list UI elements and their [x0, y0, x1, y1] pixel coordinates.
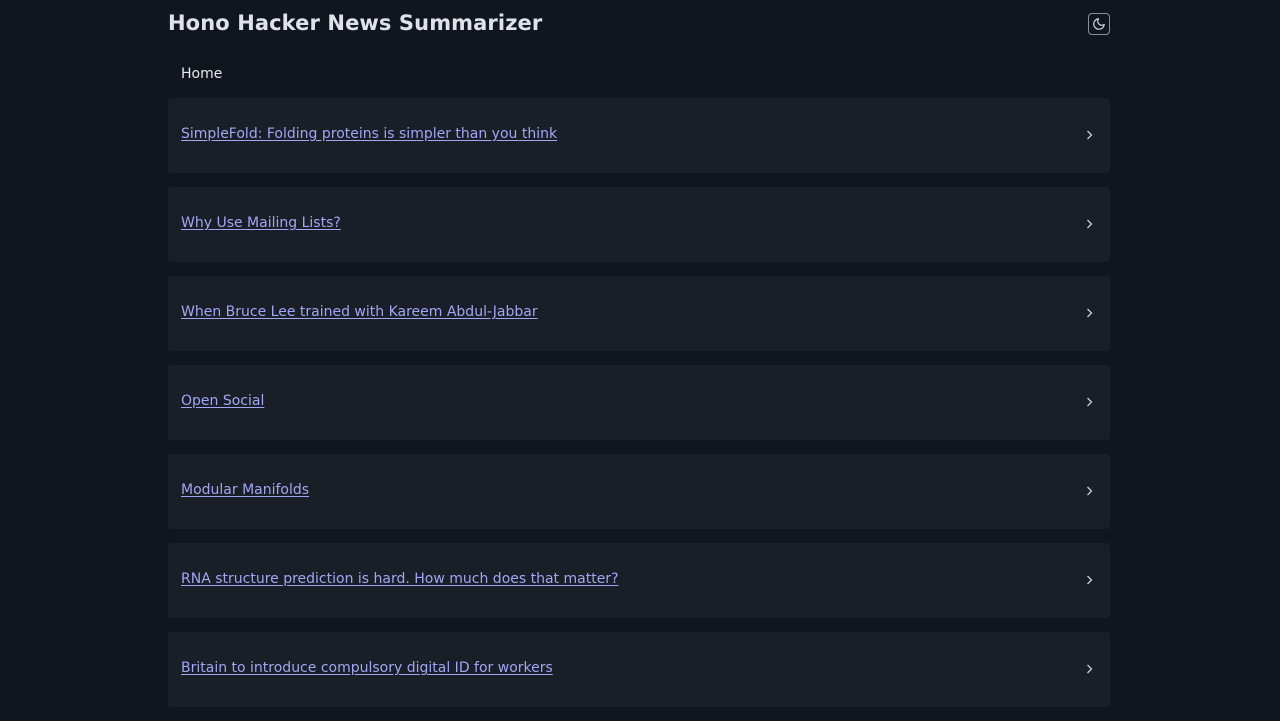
story-list: SimpleFold: Folding proteins is simpler … [168, 98, 1110, 721]
chevron-right-icon [1087, 219, 1093, 229]
story-link[interactable]: Britain to introduce compulsory digital … [181, 660, 553, 676]
story-link[interactable]: Modular Manifolds [181, 482, 309, 498]
story-link[interactable]: SimpleFold: Folding proteins is simpler … [181, 126, 557, 142]
story-item[interactable]: Open Social [168, 365, 1110, 440]
chevron-right-icon [1087, 130, 1093, 140]
story-link[interactable]: When Bruce Lee trained with Kareem Abdul… [181, 304, 538, 320]
page-container: Hono Hacker News Summarizer Home SimpleF… [168, 0, 1110, 707]
story-link[interactable]: Open Social [181, 393, 264, 409]
chevron-right-icon [1087, 308, 1093, 318]
story-item[interactable]: Britain to introduce compulsory digital … [168, 632, 1110, 707]
story-link[interactable]: Why Use Mailing Lists? [181, 215, 341, 231]
story-item[interactable]: Modular Manifolds [168, 454, 1110, 529]
chevron-right-icon [1087, 486, 1093, 496]
chevron-right-icon [1087, 397, 1093, 407]
story-item[interactable]: Why Use Mailing Lists? [168, 187, 1110, 262]
theme-toggle-button[interactable] [1088, 13, 1110, 35]
chevron-right-icon [1087, 664, 1093, 674]
moon-icon [1093, 18, 1105, 30]
story-item[interactable]: RNA structure prediction is hard. How mu… [168, 543, 1110, 618]
story-item[interactable]: SimpleFold: Folding proteins is simpler … [168, 98, 1110, 173]
chevron-right-icon [1087, 575, 1093, 585]
app-title: Hono Hacker News Summarizer [168, 11, 543, 35]
story-link[interactable]: RNA structure prediction is hard. How mu… [181, 571, 619, 587]
header: Hono Hacker News Summarizer [168, 0, 1110, 50]
breadcrumb-home[interactable]: Home [181, 66, 222, 82]
story-item[interactable]: When Bruce Lee trained with Kareem Abdul… [168, 276, 1110, 351]
